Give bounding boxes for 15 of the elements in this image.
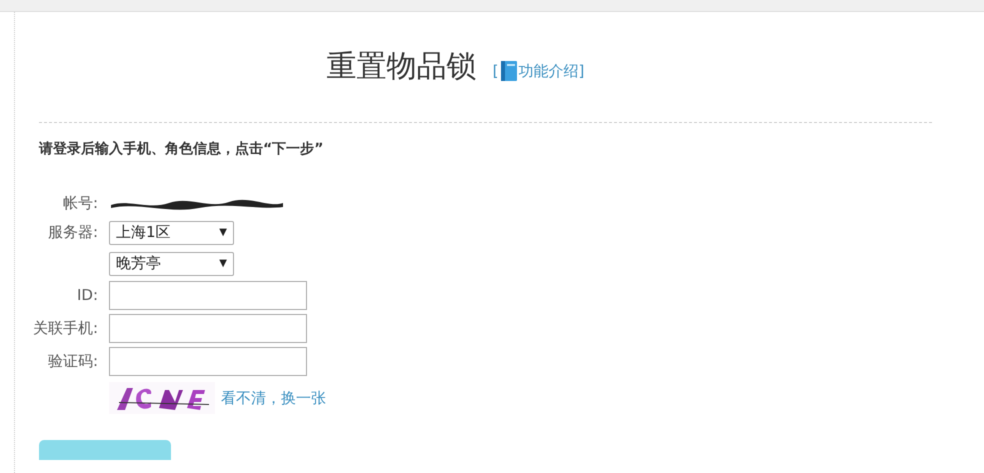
field-label: ID:	[76, 286, 98, 304]
instruction-text: 请登录后输入手机、角色信息，点击“下一步”	[39, 140, 324, 159]
page-title: 重置物品锁	[326, 52, 477, 82]
book-icon	[500, 60, 516, 81]
field-label: 帐号:	[62, 194, 98, 212]
field-label: 关联手机:	[32, 319, 98, 338]
input-field[interactable]	[109, 314, 307, 343]
dropdown[interactable]: 晚芳亭 ▼	[109, 252, 234, 276]
help-link[interactable]: [ 功能介绍]	[492, 60, 584, 82]
refresh-captcha-link[interactable]: 看不清，换一张	[221, 386, 326, 410]
field-label: 服务器:	[48, 223, 98, 242]
dropdown[interactable]: 上海1区 ▼	[109, 220, 234, 244]
input-field[interactable]	[109, 281, 307, 310]
input-field[interactable]	[109, 347, 307, 376]
field-label: 验证码:	[48, 352, 98, 370]
